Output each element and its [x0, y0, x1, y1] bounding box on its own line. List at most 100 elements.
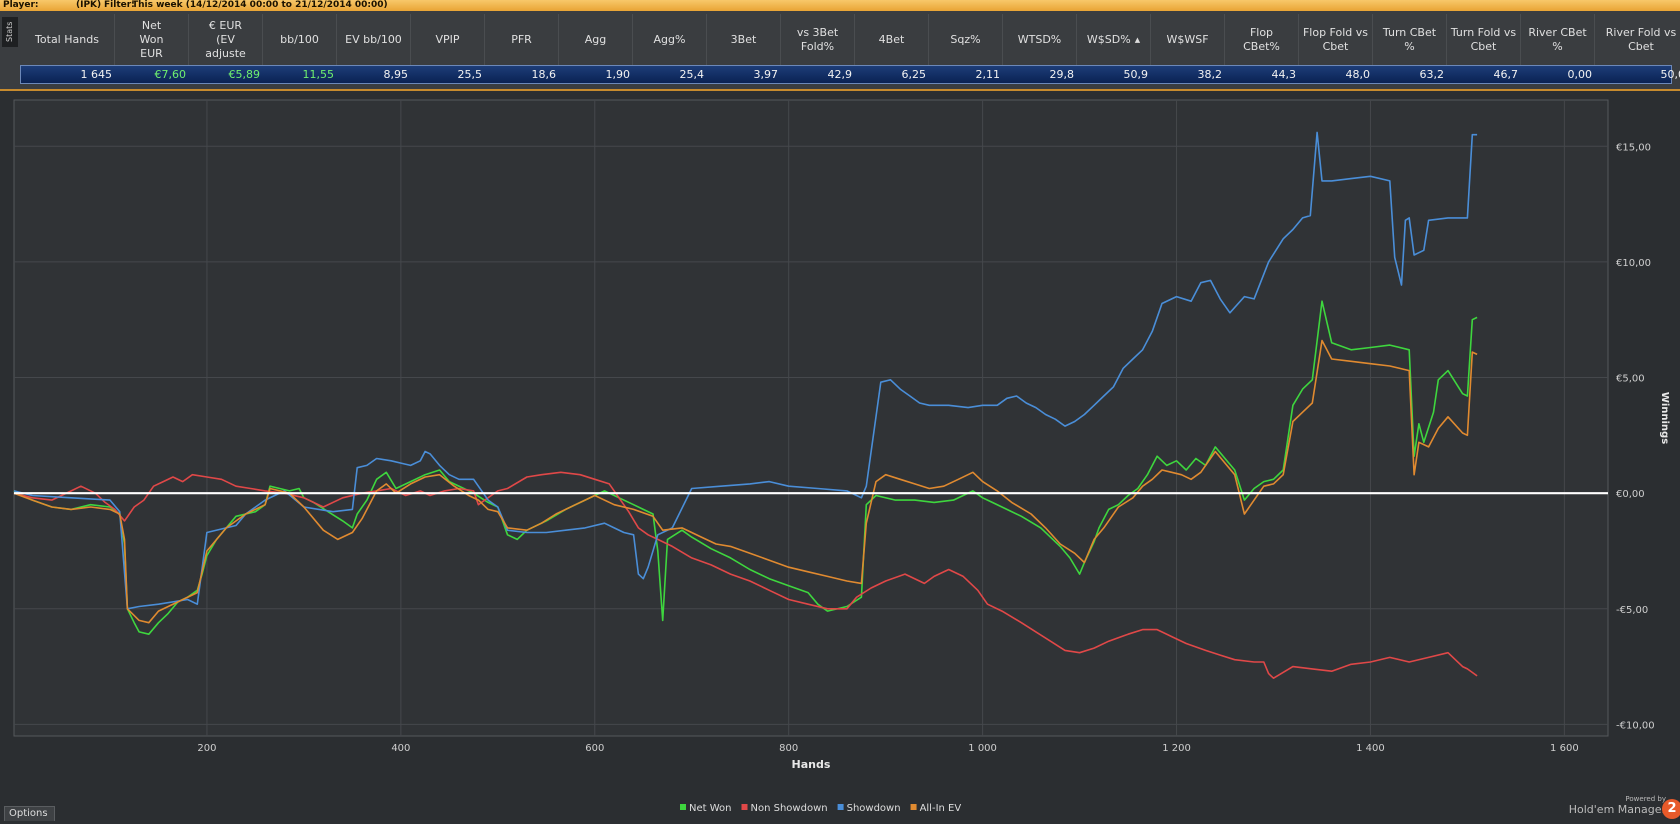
legend-label: Net Won: [689, 803, 732, 814]
stats-header-label: vs 3Bet Fold%: [796, 26, 839, 53]
stats-header-label: bb/100: [280, 33, 319, 46]
stats-value-cell: 42,9: [827, 68, 853, 81]
stats-header-cell[interactable]: EV bb/100: [337, 14, 411, 66]
stats-header-cell[interactable]: 4Bet: [855, 14, 929, 66]
stats-header-cell[interactable]: Agg: [559, 14, 633, 66]
stats-value-cell: 0,00: [1567, 68, 1593, 81]
stats-header-cell[interactable]: Total Hands: [20, 14, 115, 66]
stats-value-cell: 8,95: [383, 68, 409, 81]
stats-header-label: Flop CBet%: [1243, 26, 1280, 53]
stats-header-cell[interactable]: River CBet %: [1521, 14, 1595, 66]
winnings-chart: 200 400 600 800 1 000 1 200 1 400 1 600 -€10,00 -…: [0, 91, 1680, 820]
filter-bar: Player: (IPK) Filter: This week (14/12/2…: [0, 0, 1680, 11]
stats-header-cell[interactable]: 3Bet: [707, 14, 781, 66]
stats-value-cell: 11,55: [302, 68, 335, 81]
stats-value-cell: 1,90: [605, 68, 631, 81]
stats-panel: Stats Total Hands Net Won EUR € EUR (EV ad…: [0, 11, 1680, 91]
stats-data-row[interactable]: 1 645 €7,60 €5,89 11,55 8,95 25,5 18,6 1,90 25,4…: [20, 65, 1680, 84]
stats-header-label: EV bb/100: [345, 33, 402, 46]
legend-swatch: [837, 804, 844, 810]
stats-header-cell[interactable]: Flop CBet%: [1225, 14, 1299, 66]
legend-swatch: [680, 804, 686, 810]
y-tick-label: -€10,00: [1616, 720, 1655, 731]
filter-value[interactable]: This week (14/12/2014 00:00 to 21/12/201…: [132, 0, 388, 11]
legend-swatch: [910, 804, 917, 810]
stats-header-label: W$WSF: [1166, 33, 1209, 46]
winnings-chart-svg: 200 400 600 800 1 000 1 200 1 400 1 600 -€10,00 -…: [13, 99, 1670, 814]
x-tick-label: 1 400: [1356, 743, 1385, 754]
sort-ascending-icon[interactable]: ▲: [1135, 33, 1140, 47]
stats-value-cell: 48,0: [1345, 68, 1371, 81]
stats-header-cell[interactable]: vs 3Bet Fold%: [781, 14, 855, 66]
stats-value-cell: 6,25: [901, 68, 927, 81]
stats-value-cell: €7,60: [154, 68, 187, 81]
stats-header-label: 3Bet: [730, 33, 757, 46]
stats-header-cell[interactable]: Turn CBet %: [1373, 14, 1447, 66]
stats-header-cell[interactable]: W$WSF: [1151, 14, 1225, 66]
player-name[interactable]: (IPK): [76, 0, 101, 11]
stats-header-label: € EUR (EV adjuste: [205, 19, 246, 60]
stats-value-cell: 3,97: [753, 68, 779, 81]
stats-value-cell: 25,4: [679, 68, 705, 81]
legend-label: Showdown: [847, 803, 901, 814]
stats-header-label: W$SD%: [1086, 33, 1131, 46]
stats-header-cell[interactable]: W$SD% ▲: [1077, 14, 1151, 66]
stats-value-cell: 50,0: [1660, 68, 1680, 81]
x-tick-label: 200: [197, 743, 216, 754]
player-label: Player:: [3, 0, 39, 10]
stats-header-cell[interactable]: WTSD%: [1003, 14, 1077, 66]
stats-header-cell[interactable]: Agg%: [633, 14, 707, 66]
stats-value-cell: €5,89: [228, 68, 261, 81]
plot-area: [13, 99, 1609, 737]
stats-header-cell[interactable]: Turn Fold vs Cbet: [1447, 14, 1521, 66]
stats-header-cell[interactable]: PFR: [485, 14, 559, 66]
stats-header-label: Sqz%: [950, 33, 981, 46]
stats-header-label: River CBet %: [1528, 26, 1587, 53]
stats-header-cell[interactable]: Flop Fold vs Cbet: [1299, 14, 1373, 66]
stats-header-cell[interactable]: River Fold vs Cbet: [1595, 14, 1680, 66]
x-tick-label: 600: [585, 743, 604, 754]
x-axis-label: Hands: [792, 758, 831, 771]
stats-header-label: Total Hands: [35, 33, 99, 46]
stats-header-label: PFR: [511, 33, 532, 46]
stats-header-label: Turn Fold vs Cbet: [1450, 26, 1517, 53]
legend-label: All-In EV: [920, 803, 962, 814]
stats-header-cell[interactable]: bb/100: [263, 14, 337, 66]
filter-label: Filter:: [104, 0, 135, 10]
stats-header-row: Total Hands Net Won EUR € EUR (EV adjuste b…: [20, 14, 1676, 66]
stats-header-cell[interactable]: Net Won EUR: [115, 14, 189, 66]
x-tick-label: 400: [391, 743, 410, 754]
y-tick-label: €15,00: [1616, 142, 1651, 153]
stats-header-label: WTSD%: [1017, 33, 1062, 46]
stats-header-cell[interactable]: € EUR (EV adjuste: [189, 14, 263, 66]
stats-header-label: VPIP: [435, 33, 460, 46]
stats-value-cell: 2,11: [975, 68, 1001, 81]
stats-value-cell: 44,3: [1271, 68, 1297, 81]
options-label: Options: [9, 808, 48, 819]
x-tick-label: 1 200: [1162, 743, 1191, 754]
stats-value-cell: 1 645: [80, 68, 113, 81]
stats-header-label: River Fold vs Cbet: [1605, 26, 1677, 53]
stats-tab[interactable]: Stats: [2, 17, 18, 47]
y-tick-label: €5,00: [1616, 374, 1645, 385]
stats-header-label: Flop Fold vs Cbet: [1302, 26, 1369, 53]
product-name: Hold'em Manager: [1568, 803, 1666, 816]
options-button[interactable]: Options: [4, 806, 55, 821]
stats-header-cell[interactable]: VPIP: [411, 14, 485, 66]
stats-value-cell: 18,6: [531, 68, 557, 81]
legend-swatch: [741, 804, 748, 810]
hem2-logo-icon: 2: [1662, 799, 1680, 819]
x-tick-label: 1 000: [968, 743, 997, 754]
y-tick-label: €10,00: [1616, 258, 1651, 269]
stats-value-cell: 38,2: [1197, 68, 1223, 81]
powered-by: Powered by Hold'em Manager: [1569, 795, 1666, 816]
stats-value-cell: 50,9: [1123, 68, 1149, 81]
stats-header-label: Agg%: [653, 33, 686, 46]
y-tick-label: -€5,00: [1616, 605, 1648, 616]
y-axis-label: Winnings: [1659, 392, 1670, 444]
legend-label: Non Showdown: [751, 803, 828, 814]
stats-header-label: 4Bet: [878, 33, 905, 46]
stats-value-cell: 29,8: [1049, 68, 1075, 81]
stats-header-cell[interactable]: Sqz%: [929, 14, 1003, 66]
stats-header-label: Turn CBet %: [1382, 26, 1437, 53]
